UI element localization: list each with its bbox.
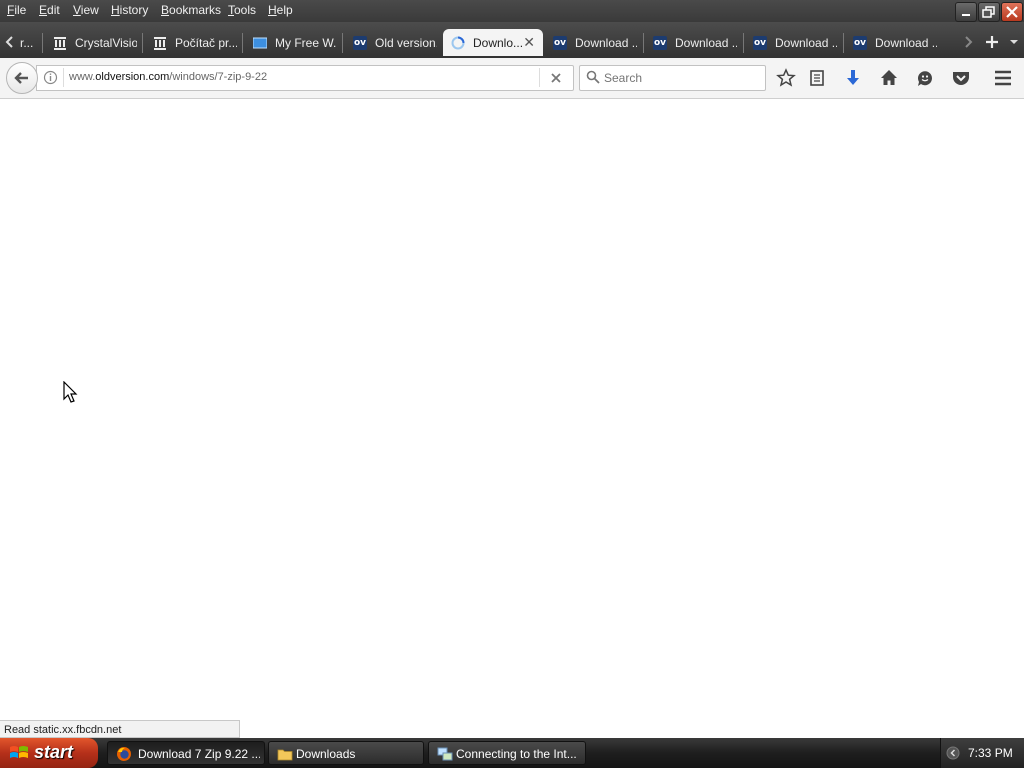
tab-separator	[242, 33, 243, 53]
windows-logo-icon	[10, 746, 28, 758]
hamburger-menu-icon[interactable]	[993, 68, 1013, 88]
tab-download[interactable]: ov Download ...	[745, 29, 843, 56]
back-button[interactable]	[6, 62, 38, 94]
tab-download[interactable]: ov Download ...	[545, 29, 643, 56]
tab-label: Download ...	[575, 36, 637, 50]
building-icon	[154, 37, 166, 50]
taskbar: start Download 7 Zip 9.22 ... Downloads …	[0, 738, 1024, 768]
folder-icon	[277, 749, 293, 761]
bookmarks-menu-icon[interactable]	[807, 68, 827, 88]
menu-tools[interactable]: Tools	[228, 3, 256, 17]
tab-label: Download ...	[875, 36, 937, 50]
tab-separator	[843, 33, 844, 53]
menu-help[interactable]: Help	[268, 3, 293, 17]
ov-icon: ov	[553, 36, 567, 50]
menu-bar: File Edit View History Bookmarks Tools H…	[0, 0, 1024, 22]
tab-pocitac[interactable]: Počítač pr...	[145, 29, 241, 56]
page-content-area[interactable]	[0, 99, 1024, 738]
home-icon[interactable]	[879, 68, 899, 88]
url-bar-divider	[63, 68, 64, 87]
firefox-icon	[117, 747, 131, 761]
tab-label: r...	[20, 36, 34, 50]
tab-label: CrystalVisio...	[75, 36, 137, 50]
menu-history[interactable]: History	[111, 3, 148, 17]
url-path: /windows/7-zip-9-22	[169, 71, 268, 83]
taskbar-item-label: Downloads	[296, 747, 356, 761]
close-tab-icon[interactable]: ✕	[523, 34, 535, 51]
url-text[interactable]: www.oldversion.com/windows/7-zip-9-22	[69, 71, 267, 83]
ov-icon: ov	[653, 36, 667, 50]
tab-label: My Free W...	[275, 36, 337, 50]
minimize-button[interactable]	[955, 2, 977, 22]
tab-separator	[342, 33, 343, 53]
taskbar-item-label: Connecting to the Int...	[456, 747, 577, 761]
tab-label: Old version...	[375, 36, 437, 50]
site-info-icon[interactable]	[43, 70, 58, 85]
navigation-toolbar: www.oldversion.com/windows/7-zip-9-22	[0, 58, 1024, 99]
pocket-icon[interactable]	[951, 68, 971, 88]
loading-spinner-icon	[451, 36, 465, 50]
tab-active-download[interactable]: Downlo... ✕	[443, 29, 543, 56]
tab-download[interactable]: ov Download ...	[845, 29, 943, 56]
url-bar[interactable]: www.oldversion.com/windows/7-zip-9-22	[36, 65, 574, 91]
minimize-icon	[962, 14, 970, 16]
search-icon	[586, 70, 600, 84]
hello-smiley-icon[interactable]	[915, 68, 935, 88]
tab-separator	[643, 33, 644, 53]
system-tray: 7:33 PM	[940, 738, 1024, 768]
taskbar-item-connecting[interactable]: Connecting to the Int...	[428, 741, 586, 765]
tab-label: Download ...	[775, 36, 837, 50]
close-window-button[interactable]	[1001, 2, 1023, 22]
tab-scroll-right-icon[interactable]	[960, 34, 976, 50]
restore-icon	[982, 6, 995, 18]
network-icon	[437, 747, 453, 761]
menu-view[interactable]: View	[73, 3, 99, 17]
close-icon	[1006, 6, 1018, 18]
start-button[interactable]: start	[0, 738, 98, 768]
menu-edit[interactable]: Edit	[39, 3, 60, 17]
restore-button[interactable]	[978, 2, 1000, 22]
url-host: oldversion.com	[95, 71, 170, 83]
stop-loading-icon[interactable]	[550, 72, 562, 84]
back-arrow-icon	[14, 72, 28, 84]
tab-my-free[interactable]: My Free W...	[245, 29, 341, 56]
building-icon	[54, 37, 66, 50]
clock[interactable]: 7:33 PM	[968, 746, 1013, 760]
taskbar-item-firefox[interactable]: Download 7 Zip 9.22 ...	[107, 741, 265, 765]
tray-expand-icon[interactable]	[946, 746, 960, 760]
taskbar-item-downloads[interactable]: Downloads	[268, 741, 424, 765]
url-bar-divider	[539, 68, 540, 87]
monitor-icon	[253, 37, 267, 49]
tab-crystalvision[interactable]: CrystalVisio...	[45, 29, 141, 56]
tab-label: Download ...	[675, 36, 737, 50]
ov-icon: ov	[353, 36, 367, 50]
search-bar[interactable]	[579, 65, 766, 91]
tab-old-version[interactable]: ov Old version...	[345, 29, 441, 56]
downloads-arrow-icon[interactable]	[843, 68, 863, 88]
new-tab-icon[interactable]	[984, 34, 1000, 50]
tab-label: Počítač pr...	[175, 36, 237, 50]
tab[interactable]: r...	[12, 29, 42, 56]
tab-separator	[142, 33, 143, 53]
tab-download[interactable]: ov Download ...	[645, 29, 743, 56]
menu-bookmarks[interactable]: Bookmarks	[161, 3, 221, 17]
ov-icon: ov	[853, 36, 867, 50]
tab-strip: r... CrystalVisio... Počítač pr... My Fr…	[0, 22, 1024, 58]
bookmark-star-icon[interactable]	[776, 68, 796, 88]
tab-separator	[743, 33, 744, 53]
tab-label: Downlo...	[473, 36, 523, 50]
start-label: start	[34, 742, 74, 762]
status-panel: Read static.xx.fbcdn.net	[0, 720, 240, 738]
ov-icon: ov	[753, 36, 767, 50]
url-prefix: www.	[69, 71, 96, 83]
menu-file[interactable]: File	[7, 3, 26, 17]
taskbar-item-label: Download 7 Zip 9.22 ...	[138, 747, 260, 761]
search-input[interactable]	[602, 69, 756, 87]
tab-separator	[42, 33, 43, 53]
list-all-tabs-icon[interactable]	[1008, 36, 1020, 48]
mouse-cursor-icon	[63, 381, 78, 403]
